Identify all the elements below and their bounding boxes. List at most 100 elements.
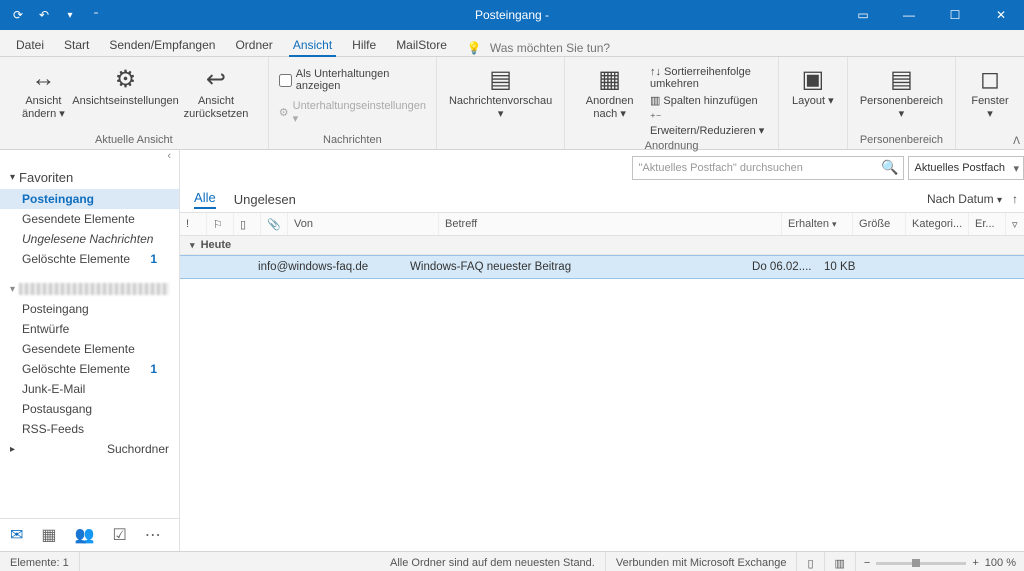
- expand-collapse-button[interactable]: ⁺⁻ Erweitern/Reduzieren ▾: [648, 110, 770, 138]
- column-headers[interactable]: ! ⚐ ▯ 📎 Von Betreff Erhalten▾ Größe Kate…: [180, 212, 1024, 236]
- col-flag[interactable]: Er...: [969, 213, 1006, 235]
- col-icon[interactable]: ▯: [234, 213, 261, 235]
- qa-customize-icon[interactable]: ⁼: [86, 5, 106, 25]
- title-bar: ⟳ ↶ ▾ ⁼ Posteingang - ▭ ― ☐ ✕: [0, 0, 1024, 30]
- view-normal-icon[interactable]: ▯: [797, 552, 824, 571]
- search-icon[interactable]: 🔍: [881, 159, 898, 176]
- ribbon-display-icon[interactable]: ▭: [840, 0, 886, 30]
- col-attach[interactable]: 📎: [261, 213, 288, 235]
- col-filter-icon[interactable]: ▿: [1006, 213, 1024, 235]
- zoom-level: 100 %: [985, 557, 1016, 569]
- zoom-in-icon[interactable]: +: [972, 557, 978, 569]
- col-reminder[interactable]: ⚐: [207, 213, 234, 235]
- chevron-right-icon: ▸: [10, 444, 15, 455]
- sort-dropdown[interactable]: Nach Datum ▾: [927, 192, 1002, 206]
- message-row[interactable]: info@windows-faq.de Windows-FAQ neuester…: [180, 255, 1024, 279]
- people-icon: ▤: [890, 65, 913, 93]
- qa-dropdown-icon[interactable]: ▾: [60, 5, 80, 25]
- people-pane-button[interactable]: ▤Personenbereich ▾: [856, 61, 947, 121]
- tab-start[interactable]: Start: [54, 34, 99, 56]
- status-connection: Verbunden mit Microsoft Exchange: [606, 552, 798, 571]
- people-icon[interactable]: 👥: [75, 525, 95, 545]
- folder-entwuerfe[interactable]: Entwürfe: [0, 319, 179, 339]
- minimize-button[interactable]: ―: [886, 0, 932, 30]
- filter-all[interactable]: Alle: [194, 190, 216, 209]
- folder-geloescht-2[interactable]: Gelöschte Elemente1: [0, 359, 179, 379]
- account-header[interactable]: ▾: [0, 279, 179, 299]
- message-preview-button[interactable]: ▤Nachrichtenvorschau ▾: [445, 61, 556, 121]
- ribbon: ↔Ansicht ändern ▾ ⚙Ansichtseinstellungen…: [0, 57, 1024, 150]
- settings-icon: ⚙: [279, 106, 289, 119]
- collapse-ribbon-icon[interactable]: ᐱ: [1013, 136, 1020, 147]
- view-icon: ↔: [31, 65, 55, 93]
- col-subject[interactable]: Betreff: [439, 213, 782, 235]
- reset-view-button[interactable]: ↩Ansicht zurücksetzen: [172, 61, 260, 121]
- window-button[interactable]: ◻Fenster ▾: [964, 61, 1016, 121]
- col-received[interactable]: Erhalten▾: [782, 213, 853, 235]
- tab-datei[interactable]: Datei: [6, 34, 54, 56]
- folder-posteingang[interactable]: Posteingang: [0, 189, 179, 209]
- col-importance[interactable]: !: [180, 213, 207, 235]
- maximize-button[interactable]: ☐: [932, 0, 978, 30]
- col-size[interactable]: Größe: [853, 213, 906, 235]
- navigation-pane: ‹ ▾Favoriten Posteingang Gesendete Eleme…: [0, 150, 180, 551]
- folder-postausgang[interactable]: Postausgang: [0, 399, 179, 419]
- tasks-icon[interactable]: ☑: [112, 525, 126, 545]
- reset-icon: ↩: [206, 65, 226, 93]
- chevron-down-icon: ▾: [10, 172, 15, 183]
- window-icon: ◻: [980, 65, 1000, 93]
- mail-icon[interactable]: ✉: [10, 525, 23, 545]
- msg-received: Do 06.02....: [746, 261, 818, 273]
- tab-hilfe[interactable]: Hilfe: [342, 34, 386, 56]
- folder-geloescht[interactable]: Gelöschte Elemente1: [0, 249, 179, 269]
- search-input[interactable]: "Aktuelles Postfach" durchsuchen🔍: [632, 156, 904, 180]
- chevron-down-icon: ▾: [10, 284, 15, 295]
- favorites-header[interactable]: ▾Favoriten: [0, 166, 179, 189]
- group-header-heute[interactable]: ▾Heute: [180, 236, 1024, 255]
- folder-junk[interactable]: Junk-E-Mail: [0, 379, 179, 399]
- gear-icon: ⚙: [115, 65, 137, 93]
- more-icon[interactable]: ⋯: [145, 525, 161, 545]
- folder-gesendete[interactable]: Gesendete Elemente: [0, 209, 179, 229]
- col-from[interactable]: Von: [288, 213, 439, 235]
- search-scope-dropdown[interactable]: Aktuelles Postfach: [908, 156, 1024, 180]
- col-category[interactable]: Kategori...: [906, 213, 969, 235]
- layout-button[interactable]: ▣Layout ▾: [787, 61, 839, 108]
- search-folders[interactable]: ▸ Suchordner: [0, 439, 179, 459]
- status-bar: Elemente: 1 Alle Ordner sind auf dem neu…: [0, 551, 1024, 571]
- calendar-icon[interactable]: ▦: [41, 525, 56, 545]
- conversation-settings-button: ⚙Unterhaltungseinstellungen ▾: [277, 99, 428, 126]
- layout-icon: ▣: [801, 65, 824, 93]
- sync-icon[interactable]: ⟳: [8, 5, 28, 25]
- view-reading-icon[interactable]: ▥: [825, 552, 856, 571]
- view-settings-button[interactable]: ⚙Ansichtseinstellungen: [81, 61, 170, 121]
- group-label: Nachrichten: [277, 132, 428, 149]
- group-label: Personenbereich: [856, 132, 947, 149]
- tell-me-input[interactable]: [488, 40, 652, 56]
- folder-ungelesen[interactable]: Ungelesene Nachrichten: [0, 229, 179, 249]
- tab-mailstore[interactable]: MailStore: [386, 34, 457, 56]
- msg-subject: Windows-FAQ neuester Beitrag: [404, 261, 746, 273]
- status-item-count: Elemente: 1: [0, 552, 80, 571]
- folder-rss[interactable]: RSS-Feeds: [0, 419, 179, 439]
- folder-posteingang-2[interactable]: Posteingang: [0, 299, 179, 319]
- close-button[interactable]: ✕: [978, 0, 1024, 30]
- sort-direction-icon[interactable]: ↑: [1012, 192, 1018, 206]
- msg-from: info@windows-faq.de: [252, 261, 404, 273]
- zoom-slider[interactable]: [876, 562, 966, 565]
- collapse-nav-icon[interactable]: ‹: [0, 150, 179, 166]
- add-columns-button[interactable]: ▥ Spalten hinzufügen: [648, 93, 770, 108]
- zoom-out-icon[interactable]: −: [864, 557, 870, 569]
- reverse-sort-button[interactable]: ↑↓ Sortierreihenfolge umkehren: [648, 65, 770, 91]
- tab-ansicht[interactable]: Ansicht: [283, 34, 342, 56]
- tab-senden[interactable]: Senden/Empfangen: [99, 34, 225, 56]
- show-conversations-checkbox[interactable]: Als Unterhaltungen anzeigen: [277, 67, 428, 93]
- filter-unread[interactable]: Ungelesen: [234, 192, 296, 207]
- message-list-pane: "Aktuelles Postfach" durchsuchen🔍 Aktuel…: [180, 150, 1024, 551]
- folder-gesendete-2[interactable]: Gesendete Elemente: [0, 339, 179, 359]
- tab-ordner[interactable]: Ordner: [225, 34, 282, 56]
- change-view-button[interactable]: ↔Ansicht ändern ▾: [8, 61, 79, 121]
- undo-icon[interactable]: ↶: [34, 5, 54, 25]
- group-label: Aktuelle Ansicht: [8, 132, 260, 149]
- arrange-by-button[interactable]: ▦Anordnen nach ▾: [573, 61, 646, 138]
